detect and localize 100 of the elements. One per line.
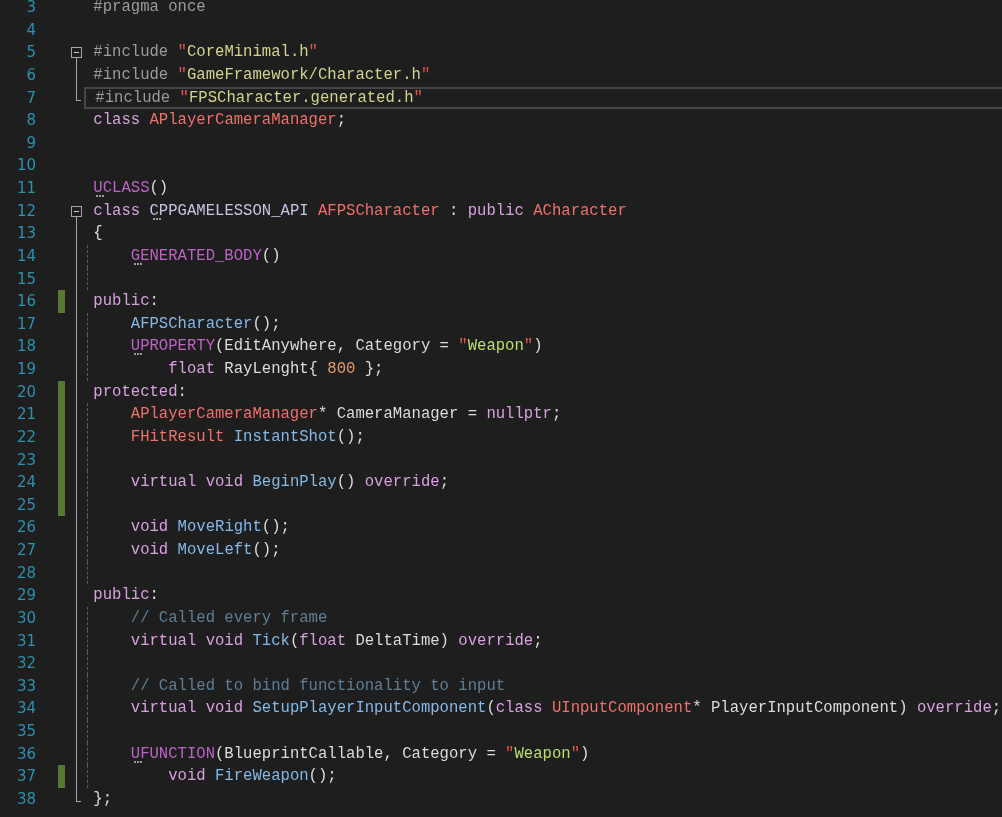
code-text: public <box>467 201 525 220</box>
line-number: 13 <box>15 223 36 245</box>
line-number: 16 <box>15 291 36 313</box>
code-text: * PlayerInputComponent) <box>692 699 909 718</box>
line-number: 27 <box>15 540 36 561</box>
line-number: 19 <box>15 359 36 380</box>
code-text: class <box>495 699 544 718</box>
collapse-icon[interactable] <box>71 205 82 217</box>
code-text: UInputComponent <box>551 699 693 718</box>
code-text: GameFramework/Character.h <box>186 65 421 84</box>
code-text: ACharacter <box>533 201 627 220</box>
code-text: UCLASS <box>93 179 150 197</box>
line-number: 5 <box>25 42 36 64</box>
line-number: 21 <box>15 404 36 426</box>
code-text: Weapon <box>467 337 524 356</box>
code-text: (); <box>336 427 365 446</box>
code-text: #include <box>93 65 170 84</box>
code-text: public <box>93 292 150 311</box>
line-number: 31 <box>15 630 36 652</box>
code-text: AFPSCharacter <box>129 314 253 333</box>
code-text: FPSCharacter.generated.h <box>188 88 414 107</box>
line-number: 4 <box>25 19 36 41</box>
code-text: ; <box>336 111 347 130</box>
line-number: 37 <box>15 766 36 788</box>
code-text: " <box>570 744 580 763</box>
code-text: ( <box>289 631 300 650</box>
code-text: }; <box>363 360 384 378</box>
code-text: MoveLeft <box>177 541 253 559</box>
code-text: CoreMinimal.h <box>186 43 309 62</box>
code-text: : <box>149 292 159 311</box>
code-text: () <box>336 473 357 492</box>
line-number: 12 <box>15 200 36 222</box>
code-text: ) <box>580 744 590 763</box>
code-text: // Called every frame <box>129 608 328 627</box>
line-number: 33 <box>15 675 36 697</box>
line-number: 32 <box>15 653 36 675</box>
line-number: 3 <box>25 0 36 18</box>
code-text: class <box>93 201 142 220</box>
code-text: " <box>179 88 189 107</box>
line-number: 15 <box>15 268 36 290</box>
code-text: " <box>308 43 318 62</box>
code-text: " <box>505 744 515 763</box>
code-text: public <box>93 586 150 605</box>
code-text: #include <box>93 43 170 62</box>
code-text: RayLenght{ <box>223 360 319 378</box>
code-text: void <box>167 767 207 786</box>
code-text: protected <box>93 382 178 401</box>
code-text: { <box>93 224 103 243</box>
code-text: float <box>167 360 215 378</box>
code-text: BeginPlay <box>252 473 337 492</box>
code-text: float <box>299 631 347 650</box>
code-text: (EditAnywhere, Category = <box>215 337 450 356</box>
line-number: 20 <box>15 381 36 403</box>
code-text: Tick <box>252 631 290 650</box>
code-text: virtual void <box>129 473 245 492</box>
line-number: 22 <box>15 426 36 448</box>
line-number: 10 <box>15 155 36 177</box>
line-number: 9 <box>25 132 36 154</box>
code-text: () <box>261 246 281 265</box>
code-text: void <box>129 541 170 559</box>
code-text: MoveRight <box>177 518 262 537</box>
code-text: virtual void <box>129 699 245 718</box>
code-text: override <box>364 473 440 492</box>
code-text: () <box>149 179 169 197</box>
line-number: 14 <box>15 245 36 267</box>
code-text: 800 <box>327 360 356 378</box>
code-text: " <box>420 65 431 84</box>
code-text: ; <box>533 631 543 650</box>
code-text: (); <box>261 518 290 537</box>
code-text: // Called to bind functionality to input <box>129 676 506 695</box>
code-text: APlayerCameraManager <box>149 111 337 130</box>
collapse-icon[interactable] <box>71 47 82 59</box>
code-text: " <box>177 43 187 62</box>
line-number: 36 <box>15 743 36 765</box>
code-text: : <box>447 201 460 220</box>
line-number: 11 <box>15 178 36 199</box>
code-text: APlayerCameraManager <box>129 405 318 424</box>
code-text: ; <box>439 473 449 492</box>
code-text: " <box>413 88 423 107</box>
code-text: Weapon <box>514 744 571 763</box>
code-text: InstantShot <box>233 427 337 446</box>
line-number: 38 <box>15 788 36 810</box>
line-number: 28 <box>15 562 36 584</box>
code-text: (BlueprintCallable, Category = <box>215 744 497 763</box>
code-text: override <box>916 699 992 718</box>
line-number: 8 <box>25 110 36 132</box>
code-text: nullptr <box>486 405 552 424</box>
code-text: void <box>129 518 170 537</box>
code-text: ; <box>551 405 562 424</box>
line-number: 30 <box>15 607 36 629</box>
code-text: : <box>149 586 159 605</box>
code-text: class <box>93 111 142 130</box>
code-text: ; <box>991 699 1002 718</box>
code-text: override <box>458 631 534 650</box>
line-number: 7 <box>25 87 36 109</box>
line-number: 34 <box>15 698 36 720</box>
code-text: ( <box>486 699 496 718</box>
code-text: " <box>523 337 534 356</box>
code-text: " <box>458 337 468 356</box>
code-text: }; <box>93 789 113 808</box>
